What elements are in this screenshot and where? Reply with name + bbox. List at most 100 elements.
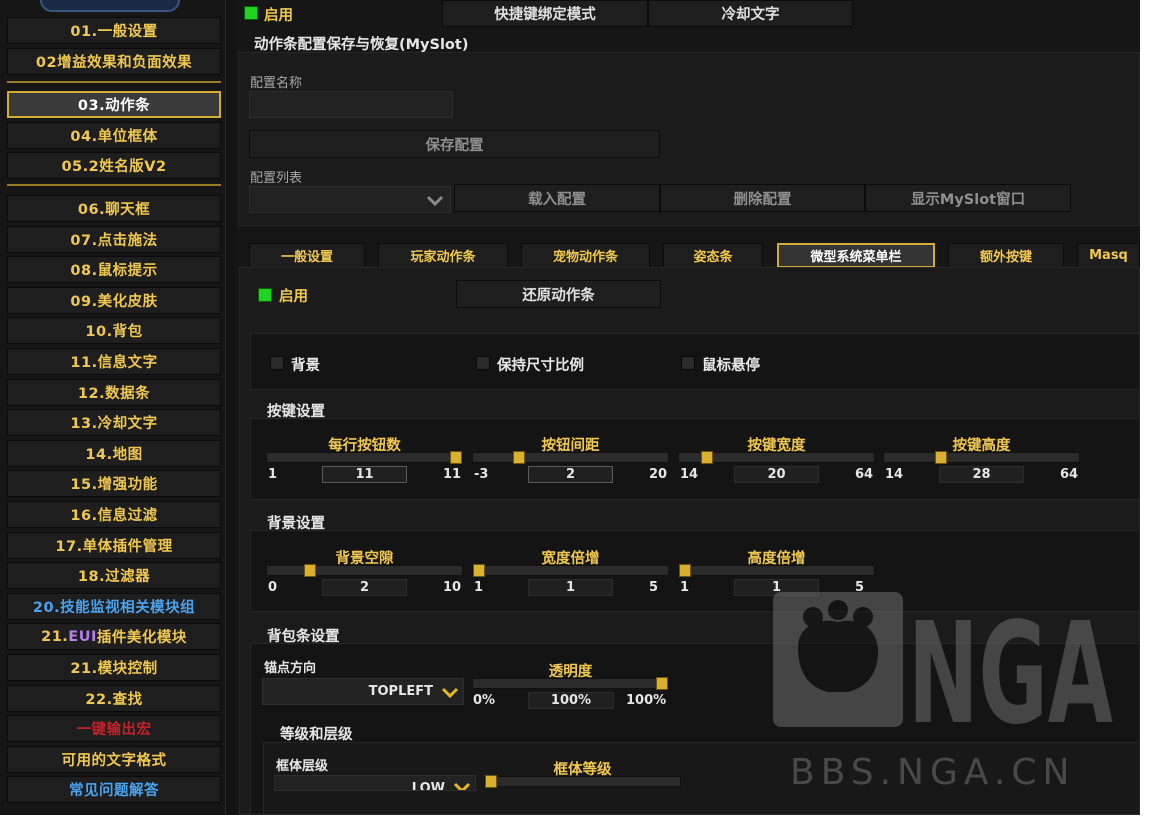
show-myslot-button[interactable]: 显示MySlot窗口 [865, 184, 1071, 212]
sidebar-item-auras[interactable]: 02增益效果和负面效果 [7, 48, 221, 75]
config-name-label: 配置名称 [250, 76, 303, 91]
key-slider[interactable] [883, 451, 1080, 464]
bg-slider[interactable] [266, 564, 463, 577]
anchor-dropdown[interactable]: TOPLEFT [262, 678, 464, 705]
background-label: 背景 [291, 358, 320, 374]
slider-thumb[interactable] [513, 451, 526, 464]
delete-config-button[interactable]: 删除配置 [660, 184, 865, 212]
key-slider-min: 14 [885, 467, 904, 482]
slider-thumb[interactable] [700, 451, 713, 464]
key-slider-min: 14 [680, 467, 699, 482]
save-config-button[interactable]: 保存配置 [249, 130, 660, 158]
key-slider-max: 20 [649, 467, 668, 482]
keep-ratio-label: 保持尺寸比例 [497, 358, 584, 374]
chevron-down-icon [426, 195, 444, 206]
sidebar-item-bags[interactable]: 10.背包 [7, 317, 221, 344]
microbar-enable-label: 启用 [279, 289, 308, 305]
chevron-down-icon [453, 782, 471, 790]
sidebar-item-unitframes[interactable]: 04.单位框体 [7, 122, 221, 149]
sidebar-item-databars[interactable]: 12.数据条 [7, 379, 221, 406]
config-list-dropdown[interactable] [249, 186, 451, 213]
key-slider-value-box[interactable]: 28 [939, 466, 1024, 483]
key-slider[interactable] [472, 451, 669, 464]
mouseover-label: 鼠标悬停 [702, 358, 760, 374]
sidebar-item-datatexts[interactable]: 11.信息文字 [7, 348, 221, 375]
frame-level-slider[interactable] [484, 775, 681, 788]
load-config-button[interactable]: 载入配置 [454, 184, 660, 212]
key-slider-value-box[interactable]: 2 [528, 466, 613, 483]
frame-strata-label: 框体层级 [276, 759, 329, 774]
cooldown-text-button[interactable]: 冷却文字 [648, 0, 853, 27]
sidebar-item-cooldown[interactable]: 13.冷却文字 [7, 409, 221, 436]
slider-thumb[interactable] [485, 775, 497, 788]
sidebar-item-text-formats[interactable]: 可用的文字格式 [7, 746, 221, 773]
key-slider-max: 11 [443, 467, 462, 482]
keybind-mode-button[interactable]: 快捷键绑定模式 [442, 0, 648, 27]
tab-pet-bar[interactable]: 宠物动作条 [521, 243, 650, 268]
sidebar-item-clickcast[interactable]: 07.点击施法 [7, 226, 221, 253]
sidebar-item-search[interactable]: 22.查找 [7, 685, 221, 712]
bg-slider[interactable] [472, 564, 669, 577]
bg-slider-min: 1 [474, 580, 484, 595]
tab-masque[interactable]: Masq [1077, 243, 1140, 268]
frame-strata-dropdown[interactable]: LOW [274, 775, 476, 791]
key-slider[interactable] [678, 451, 875, 464]
nga-logo-text: NGA [908, 593, 1113, 727]
sidebar-item-skill-monitor[interactable]: 20.技能监视相关模块组 [7, 593, 221, 620]
key-slider[interactable] [266, 451, 463, 464]
myslot-title: 动作条配置保存与恢复(MySlot) [254, 37, 469, 53]
key-slider-max: 64 [1060, 467, 1079, 482]
alpha-value-box[interactable]: 100% [528, 692, 614, 709]
slider-thumb[interactable] [656, 677, 668, 690]
sidebar-item-nameplates[interactable]: 05.2姓名版V2 [7, 152, 221, 179]
alpha-min: 0% [473, 693, 496, 708]
sidebar-item-faq[interactable]: 常见问题解答 [7, 776, 221, 803]
bg-slider-max: 10 [443, 580, 462, 595]
tab-extra-buttons[interactable]: 额外按键 [948, 243, 1064, 268]
slider-thumb[interactable] [450, 451, 462, 464]
slider-thumb[interactable] [935, 451, 948, 464]
microbar-enable-checkbox[interactable] [258, 288, 272, 302]
bg-slider-min: 1 [680, 580, 690, 595]
alpha-slider[interactable] [472, 677, 669, 690]
sidebar-item-infofilter[interactable]: 16.信息过滤 [7, 501, 221, 528]
tab-micro-bar[interactable]: 微型系统菜单栏 [777, 243, 935, 268]
key-slider-max: 64 [855, 467, 874, 482]
keep-ratio-checkbox[interactable] [476, 356, 490, 370]
sidebar-item-modules[interactable]: 21.模块控制 [7, 654, 221, 681]
sidebar-item-filters[interactable]: 18.过滤器 [7, 562, 221, 589]
tab-player-bars[interactable]: 玩家动作条 [378, 243, 508, 268]
bg-slider-value-box[interactable]: 2 [322, 579, 407, 596]
enable-checkbox[interactable] [244, 6, 258, 20]
sidebar-item-addon-manager[interactable]: 17.单体插件管理 [7, 532, 221, 559]
restore-bars-button[interactable]: 还原动作条 [456, 280, 661, 308]
chevron-down-icon [441, 687, 459, 698]
tab-general[interactable]: 一般设置 [249, 243, 365, 268]
addon-logo [40, 0, 180, 12]
slider-thumb[interactable] [303, 564, 316, 577]
bg-slider-min: 0 [268, 580, 278, 595]
tab-stance-bar[interactable]: 姿态条 [663, 243, 763, 268]
sidebar: 01.一般设置 02增益效果和负面效果 03.动作条 04.单位框体 05.2姓… [0, 0, 226, 815]
slider-thumb[interactable] [473, 564, 485, 577]
bg-slider-value-box[interactable]: 1 [528, 579, 613, 596]
bg-slider[interactable] [678, 564, 875, 577]
sidebar-item-actionbars[interactable]: 03.动作条 [7, 91, 221, 118]
enable-label: 启用 [264, 8, 293, 24]
sidebar-item-label: 21. [41, 628, 69, 645]
mouseover-checkbox[interactable] [681, 356, 695, 370]
background-checkbox[interactable] [270, 356, 284, 370]
sidebar-item-tooltip[interactable]: 08.鼠标提示 [7, 256, 221, 283]
sidebar-item-eui-skins[interactable]: 21. EUI 插件美化模块 [7, 623, 221, 650]
sidebar-item-macro[interactable]: 一键输出宏 [7, 715, 221, 742]
nga-watermark-logo: NGA [773, 592, 1113, 727]
sidebar-item-enhancements[interactable]: 15.增强功能 [7, 470, 221, 497]
key-slider-value-box[interactable]: 11 [322, 466, 407, 483]
key-slider-value-box[interactable]: 20 [734, 466, 819, 483]
sidebar-item-skins[interactable]: 09.美化皮肤 [7, 287, 221, 314]
slider-thumb[interactable] [679, 564, 691, 577]
sidebar-item-chat[interactable]: 06.聊天框 [7, 195, 221, 222]
sidebar-item-maps[interactable]: 14.地图 [7, 440, 221, 467]
config-name-input[interactable] [249, 91, 453, 118]
sidebar-item-general[interactable]: 01.一般设置 [7, 17, 221, 44]
